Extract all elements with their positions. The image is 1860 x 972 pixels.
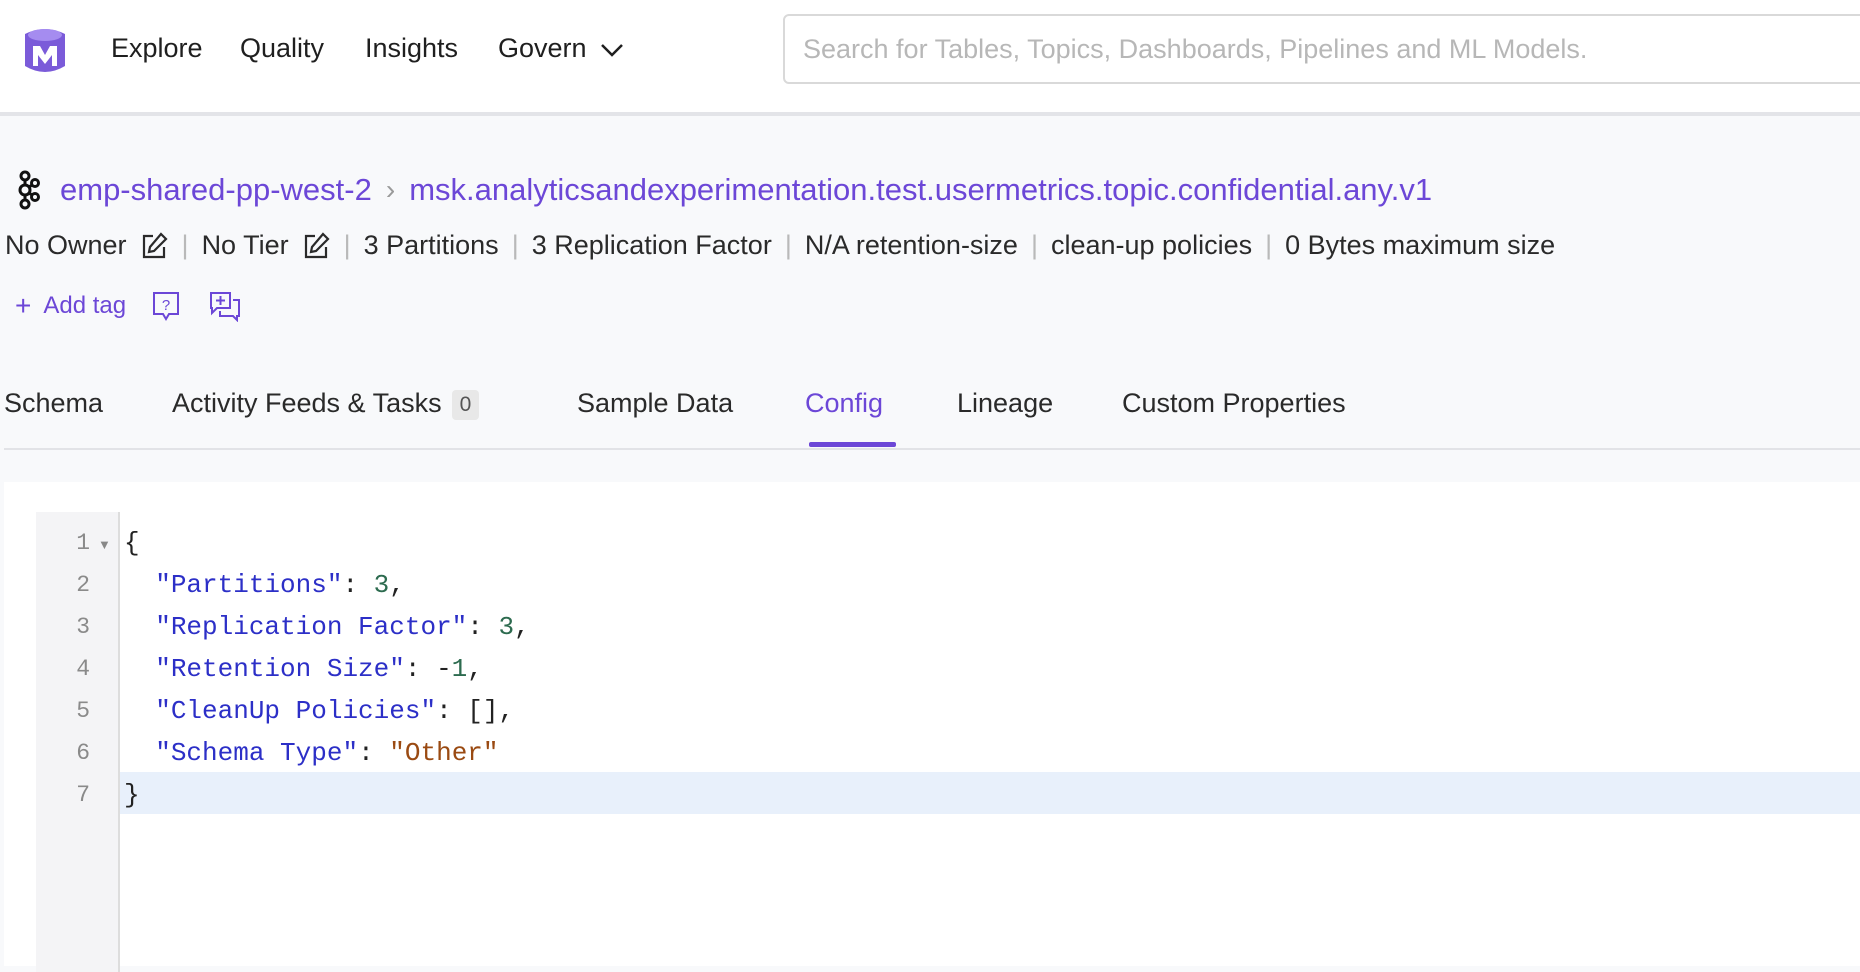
json-tail: , (467, 654, 483, 684)
edit-owner-icon[interactable] (139, 231, 169, 261)
breadcrumb: emp-shared-pp-west-2 › msk.analyticsande… (10, 170, 1432, 210)
request-description-icon[interactable]: ? (150, 290, 182, 322)
tab-activity-feeds-label: Activity Feeds & Tasks (172, 388, 442, 418)
tab-activity-feeds[interactable]: Activity Feeds & Tasks 0 (172, 388, 480, 420)
code-line-7[interactable]: } (124, 780, 140, 810)
json-sep: : (467, 612, 499, 642)
replication-info: 3 Replication Factor (531, 230, 772, 260)
line-number: 6 (76, 740, 90, 766)
json-key: "Retention Size" (155, 654, 405, 684)
divider: | (784, 230, 792, 260)
line-number-gutter: 1 2 3 4 5 6 7 (36, 512, 120, 972)
code-line-4[interactable]: "Retention Size": -1, (124, 654, 483, 684)
json-tail: , (498, 696, 515, 726)
svg-text:?: ? (162, 297, 170, 314)
json-tail: , (389, 570, 405, 600)
edit-tier-icon[interactable] (301, 231, 331, 261)
partitions-info: 3 Partitions (363, 230, 499, 260)
nav-insights[interactable]: Insights (365, 33, 458, 64)
json-brace: } (124, 780, 140, 810)
chevron-down-icon (601, 43, 623, 57)
code-line-2[interactable]: "Partitions": 3, (124, 570, 405, 600)
plus-icon: + (15, 290, 32, 321)
code-line-6[interactable]: "Schema Type": "Other" (124, 738, 499, 768)
line-number: 7 (76, 782, 90, 808)
json-sep: : - (404, 654, 452, 684)
divider: | (343, 230, 351, 260)
cleanup-info: clean-up policies (1050, 230, 1253, 260)
divider: | (1265, 230, 1273, 260)
owner-label: No Owner (5, 230, 127, 260)
json-key: "CleanUp Policies" (155, 696, 437, 726)
json-brace: { (124, 528, 140, 558)
code-line-3[interactable]: "Replication Factor": 3, (124, 612, 530, 642)
entity-metadata-row: No Owner | No Tier | 3 Partitions | 3 Re… (5, 230, 1555, 261)
fold-toggle-icon[interactable]: ▼ (98, 537, 111, 552)
activity-count-badge: 0 (451, 389, 480, 420)
max-size-info: 0 Bytes maximum size (1285, 230, 1556, 260)
line-number: 2 (76, 572, 90, 598)
divider: | (1030, 230, 1038, 260)
json-sep: : (358, 738, 390, 768)
line-number: 1 (76, 530, 90, 556)
tab-config[interactable]: Config (805, 388, 883, 419)
json-tail: , (514, 612, 530, 642)
nav-govern[interactable]: Govern (498, 33, 624, 64)
json-value: 3 (498, 612, 515, 642)
code-line-5[interactable]: "CleanUp Policies": [], (124, 696, 514, 726)
code-line-1[interactable]: { (124, 528, 140, 558)
tag-row: + Add tag ? (15, 290, 242, 322)
line-number: 3 (76, 614, 90, 640)
config-panel: 1 2 3 4 5 6 7 ▼ { "Partitions": 3, "Repl… (4, 482, 1860, 972)
breadcrumb-topic-link[interactable]: msk.analyticsandexperimentation.test.use… (409, 172, 1432, 208)
chevron-right-icon: › (385, 174, 396, 205)
add-tag-label: Add tag (43, 292, 127, 319)
app-logo-icon[interactable] (22, 26, 68, 76)
add-tag-button[interactable]: + Add tag (15, 290, 126, 322)
nav-govern-label: Govern (498, 33, 587, 63)
kafka-icon (18, 170, 40, 210)
entity-tabs: Schema Activity Feeds & Tasks 0 Sample Da… (4, 378, 1860, 450)
active-tab-indicator (809, 442, 896, 447)
json-value: 1 (451, 654, 468, 684)
top-nav-bar: Explore Quality Insights Govern (0, 0, 1860, 116)
global-search-input[interactable] (783, 14, 1860, 84)
json-key: "Schema Type" (155, 738, 359, 768)
json-sep: : (342, 570, 374, 600)
line-number: 5 (76, 698, 90, 724)
tab-sample-data[interactable]: Sample Data (577, 388, 733, 419)
divider: | (511, 230, 519, 260)
tab-custom-properties[interactable]: Custom Properties (1122, 388, 1346, 419)
tab-schema[interactable]: Schema (4, 388, 103, 419)
json-value: [] (467, 696, 499, 726)
json-value: 3 (373, 570, 390, 600)
json-sep: : (436, 696, 468, 726)
breadcrumb-service-link[interactable]: emp-shared-pp-west-2 (60, 172, 372, 208)
json-value: "Other" (389, 738, 499, 768)
conversation-icon[interactable] (208, 290, 242, 322)
tab-lineage[interactable]: Lineage (957, 388, 1053, 419)
active-line-highlight (120, 772, 1860, 814)
tier-label: No Tier (201, 230, 289, 260)
nav-quality[interactable]: Quality (240, 33, 324, 64)
divider: | (181, 230, 189, 260)
json-key: "Replication Factor" (155, 612, 468, 642)
retention-info: N/A retention-size (804, 230, 1018, 260)
line-number: 4 (76, 656, 90, 682)
nav-explore[interactable]: Explore (111, 33, 203, 64)
json-key: "Partitions" (155, 570, 343, 600)
